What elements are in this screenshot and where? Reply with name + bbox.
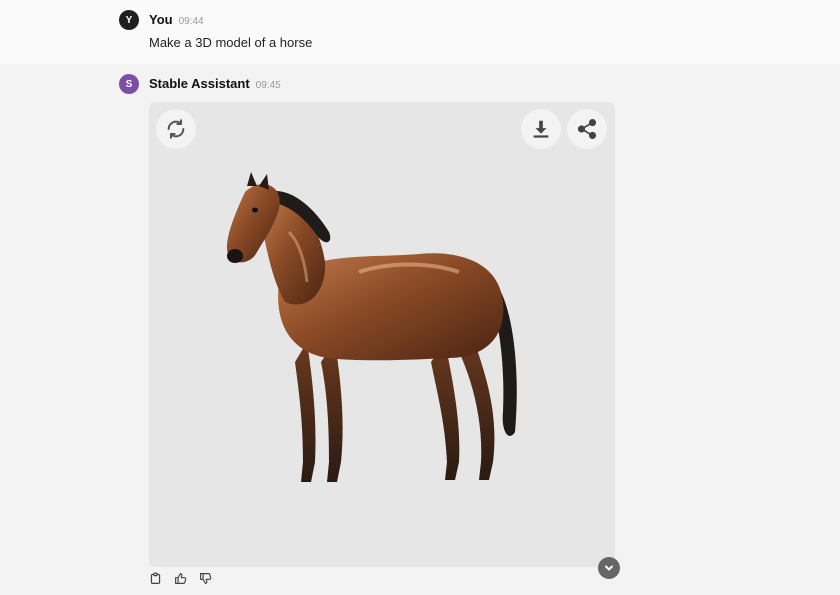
horse-model-image [226, 172, 517, 482]
like-button[interactable] [174, 572, 187, 585]
user-message-time: 09:44 [178, 16, 204, 27]
download-button[interactable] [521, 109, 561, 149]
clipboard-icon [150, 572, 161, 584]
assistant-author-line: Stable Assistant 09:45 [149, 76, 281, 91]
user-avatar: Y [119, 10, 139, 30]
message-actions [149, 572, 212, 585]
share-button[interactable] [567, 109, 607, 149]
thumbs-up-icon [175, 573, 187, 584]
user-message-row: Y You 09:44 Make a 3D model of a horse [0, 0, 840, 64]
generated-image-card[interactable] [149, 102, 615, 567]
copy-button[interactable] [149, 572, 162, 585]
scroll-down-button[interactable] [598, 557, 620, 579]
share-icon [577, 119, 597, 139]
thumbs-down-icon [200, 573, 212, 584]
user-message-text: Make a 3D model of a horse [149, 35, 313, 50]
download-icon [533, 120, 549, 138]
assistant-avatar: S [119, 74, 139, 94]
assistant-author-name: Stable Assistant [149, 76, 250, 91]
dislike-button[interactable] [199, 572, 212, 585]
user-author-line: You 09:44 [149, 12, 204, 27]
assistant-message-time: 09:45 [255, 80, 281, 91]
user-author-name: You [149, 12, 173, 27]
assistant-message-row: S Stable Assistant 09:45 [0, 64, 840, 595]
refresh-icon [167, 119, 185, 139]
regenerate-button[interactable] [156, 109, 196, 149]
chevron-down-icon [605, 565, 613, 571]
